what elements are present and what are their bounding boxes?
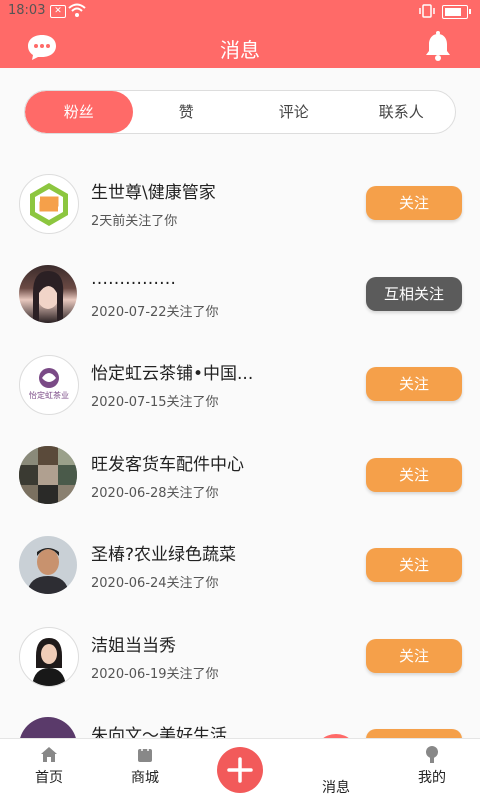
avatar[interactable] [19,536,77,594]
logo-image [30,183,68,226]
nav-home-label: 首页 [35,770,63,786]
page-title: 消息 [220,38,260,62]
top-bar: 18:03 ✕ 消息 [0,0,480,68]
follower-name: 旺发客货车配件中心 [91,454,244,475]
bell-icon[interactable] [424,31,452,61]
wifi-icon [68,3,86,17]
user-icon [426,746,438,763]
tea-logo-image: 怡定虹茶业 [29,368,69,400]
nav-messages-label: 消息 [322,780,350,796]
portrait-image [32,637,66,686]
follow-button[interactable]: 关注 [366,457,462,492]
tab-contacts[interactable]: 联系人 [348,91,456,133]
avatar[interactable]: 怡定虹茶业 [19,355,79,415]
nav-mine[interactable]: 我的 [407,739,457,787]
shopping-bag-icon [138,745,152,762]
vibrate-icon [419,4,435,18]
avatar-logo-text: 怡定虹茶业 [29,390,69,400]
portrait-image [27,548,69,594]
follower-name: 生世尊\健康管家 [91,183,216,203]
follow-button[interactable]: 关注 [366,186,462,220]
add-button[interactable] [217,747,263,793]
nav-mall-label: 商城 [131,770,159,786]
follower-name: 怡定虹云茶铺•中国... [91,364,254,384]
list-item[interactable]: 怡定虹茶业 怡定虹云茶铺•中国... 2020-07-15关注了你 关注 [0,339,480,430]
tab-bar: 粉丝 赞 评论 联系人 [24,90,456,134]
tab-likes[interactable]: 赞 [133,91,241,133]
follow-time: 2020-06-28关注了你 [91,485,219,501]
battery-icon [442,5,471,19]
follow-time: 2020-06-24关注了你 [91,576,219,591]
follow-time: 2天前关注了你 [91,214,178,229]
avatar[interactable] [19,626,79,687]
portrait-image [33,270,64,323]
avatar[interactable] [19,264,77,323]
follower-name: …………… [91,268,176,289]
follow-time: 2020-07-15关注了你 [91,395,219,410]
home-icon [41,747,57,762]
avatar[interactable] [19,174,79,234]
list-item[interactable]: 洁姐当当秀 2020-06-19关注了你 关注 [0,611,480,702]
list-item[interactable]: 生世尊\健康管家 2天前关注了你 关注 [0,158,480,249]
avatar[interactable] [19,445,77,504]
nav-mall[interactable]: 商城 [120,739,170,787]
follow-time: 2020-07-22关注了你 [91,304,219,320]
status-time: 18:03 [8,3,46,18]
nav-mine-label: 我的 [418,770,446,786]
list-item[interactable]: …………… 2020-07-22关注了你 互相关注 [0,249,480,340]
follow-button[interactable]: 关注 [366,548,462,582]
nav-messages[interactable]: 消息 [311,777,361,797]
collage-image [19,445,77,504]
follow-button[interactable]: 关注 [366,367,462,401]
mutual-follow-button[interactable]: 互相关注 [366,276,462,311]
notification-icon: ✕ [50,5,66,18]
bottom-nav: 首页 商城 消息 我的 [0,738,480,801]
follow-button[interactable]: 关注 [366,638,462,673]
list-item[interactable]: 圣椿?农业绿色蔬菜 2020-06-24关注了你 关注 [0,520,480,611]
tab-fans[interactable]: 粉丝 [25,91,133,133]
tab-comments[interactable]: 评论 [240,91,348,133]
status-bar: 18:03 ✕ [0,0,480,24]
list-item[interactable]: 旺发客货车配件中心 2020-06-28关注了你 关注 [0,430,480,521]
nav-home[interactable]: 首页 [24,739,74,787]
follower-name: 洁姐当当秀 [91,635,176,656]
follower-list: 生世尊\健康管家 2天前关注了你 关注 …………… 2020-07-22关注了你… [0,158,480,792]
follow-time: 2020-06-19关注了你 [91,666,219,682]
plus-icon [227,757,253,783]
follower-name: 圣椿?农业绿色蔬菜 [91,545,237,565]
